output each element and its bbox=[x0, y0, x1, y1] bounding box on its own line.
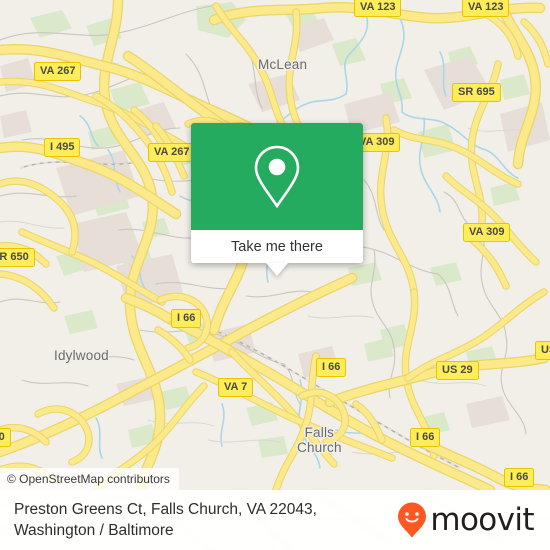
address-line-2: Washington / Baltimore bbox=[14, 522, 174, 539]
take-me-there-label: Take me there bbox=[231, 238, 323, 255]
highway-shield-i-66-d: I 66 bbox=[504, 468, 535, 487]
moovit-wordmark: moovit bbox=[430, 501, 534, 538]
highway-shield-i-66-b: I 66 bbox=[316, 358, 347, 377]
highway-shield-us-29-b: US 29 bbox=[535, 341, 550, 360]
moovit-pin-icon bbox=[398, 502, 427, 538]
highway-shield-va-7: VA 7 bbox=[218, 378, 254, 397]
bottom-info-bar: Preston Greens Ct, Falls Church, VA 2204… bbox=[0, 490, 550, 550]
moovit-map-screenshot: .rd { fill:none; stroke:#fbe98a; stroke-… bbox=[0, 0, 550, 550]
highway-shield-va-267-a: VA 267 bbox=[34, 62, 82, 81]
address-block: Preston Greens Ct, Falls Church, VA 2204… bbox=[14, 499, 317, 541]
take-me-there-button[interactable]: Take me there bbox=[191, 230, 363, 263]
osm-attribution-text: © OpenStreetMap contributors bbox=[7, 472, 170, 486]
highway-shield-va-123-b: VA 123 bbox=[462, 0, 510, 17]
highway-shield-sr-650-b: SR 650 bbox=[0, 428, 11, 447]
popup-header bbox=[191, 123, 363, 230]
take-me-there-popup[interactable]: Take me there bbox=[191, 123, 363, 276]
highway-shield-i-495: I 495 bbox=[44, 138, 81, 157]
map-canvas[interactable]: .rd { fill:none; stroke:#fbe98a; stroke-… bbox=[0, 0, 550, 490]
highway-shield-i-66-c: I 66 bbox=[410, 428, 441, 447]
popup-pointer-tail bbox=[266, 263, 288, 276]
address-line-1: Preston Greens Ct, Falls Church, VA 2204… bbox=[14, 501, 317, 518]
highway-shield-sr-650-a: SR 650 bbox=[0, 248, 35, 267]
highway-shield-us-29-a: US 29 bbox=[436, 361, 479, 380]
highway-shield-i-66-a: I 66 bbox=[171, 309, 202, 328]
highway-shield-sr-695: SR 695 bbox=[452, 83, 501, 102]
moovit-logo[interactable]: moovit bbox=[396, 501, 535, 539]
highway-shield-va-123-a: VA 123 bbox=[354, 0, 402, 17]
osm-attribution[interactable]: © OpenStreetMap contributors bbox=[0, 468, 179, 490]
highway-shield-va-309-b: VA 309 bbox=[463, 223, 511, 242]
highway-shield-va-267-b: VA 267 bbox=[148, 143, 196, 162]
map-pin-icon bbox=[254, 145, 300, 208]
